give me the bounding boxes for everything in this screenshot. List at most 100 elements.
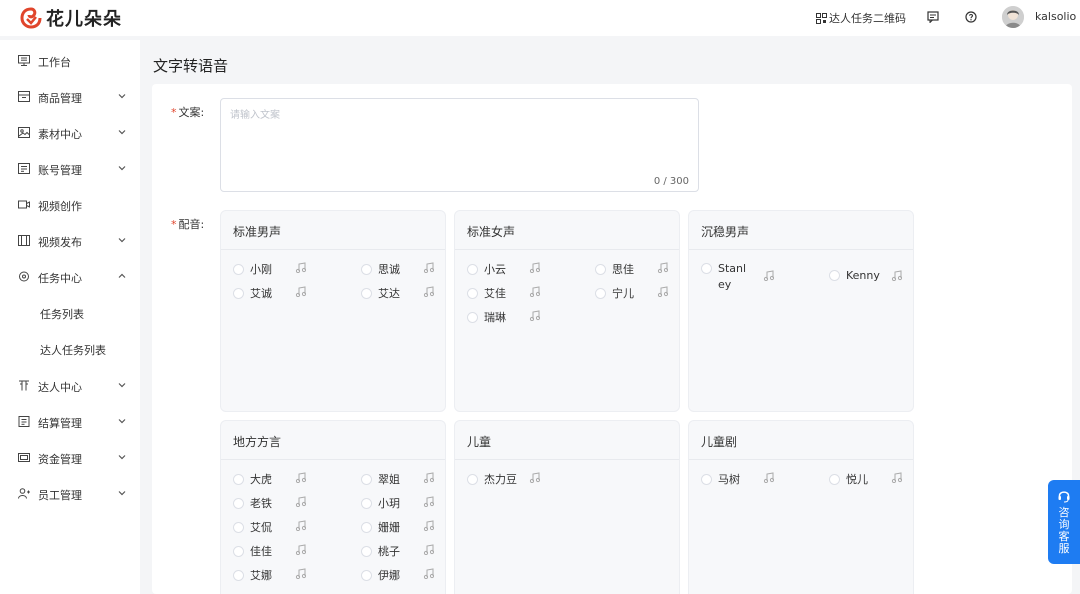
voice-option[interactable]: 伊娜 bbox=[361, 567, 400, 583]
voice-option[interactable]: 艾达 bbox=[361, 285, 400, 301]
music-note-icon[interactable] bbox=[891, 270, 902, 281]
voice-option[interactable]: 翠姐 bbox=[361, 471, 400, 487]
radio-button[interactable] bbox=[233, 287, 244, 299]
music-note-icon[interactable] bbox=[295, 520, 306, 531]
music-note-icon[interactable] bbox=[763, 270, 774, 281]
music-note-icon[interactable] bbox=[295, 286, 306, 297]
radio-button[interactable] bbox=[361, 545, 372, 557]
music-note-icon[interactable] bbox=[295, 544, 306, 555]
radio-button[interactable] bbox=[361, 569, 372, 581]
voice-option[interactable]: 桃子 bbox=[361, 543, 400, 559]
voice-option[interactable]: Stanley bbox=[701, 261, 752, 293]
radio-button[interactable] bbox=[361, 497, 372, 509]
sidebar-item-label: 达人任务列表 bbox=[40, 344, 106, 357]
radio-button[interactable] bbox=[467, 311, 478, 323]
music-note-icon[interactable] bbox=[529, 262, 540, 273]
voice-group-standard-male: 标准男声 小刚 思诚 艾诚 艾达 bbox=[220, 210, 446, 412]
help-icon[interactable] bbox=[965, 11, 977, 23]
sidebar-item-task-center[interactable]: 任务中心 bbox=[0, 258, 140, 294]
sidebar-item-funds[interactable]: 资金管理 bbox=[0, 439, 140, 475]
radio-button[interactable] bbox=[361, 263, 372, 275]
music-note-icon[interactable] bbox=[763, 472, 774, 483]
radio-button[interactable] bbox=[233, 569, 244, 581]
sidebar-item-video-publish[interactable]: 视频发布 bbox=[0, 222, 140, 258]
radio-button[interactable] bbox=[595, 287, 606, 299]
music-note-icon[interactable] bbox=[423, 544, 434, 555]
music-note-icon[interactable] bbox=[529, 310, 540, 321]
username[interactable]: kalsolio bbox=[1035, 10, 1076, 23]
voice-option[interactable]: 老铁 bbox=[233, 495, 272, 511]
voice-option[interactable]: 小玥 bbox=[361, 495, 400, 511]
radio-button[interactable] bbox=[467, 473, 478, 485]
radio-button[interactable] bbox=[233, 473, 244, 485]
music-note-icon[interactable] bbox=[891, 472, 902, 483]
voice-option[interactable]: 杰力豆 bbox=[467, 471, 517, 487]
music-note-icon[interactable] bbox=[295, 496, 306, 507]
voice-option[interactable]: 姗姗 bbox=[361, 519, 400, 535]
radio-button[interactable] bbox=[361, 473, 372, 485]
radio-button[interactable] bbox=[233, 521, 244, 533]
radio-button[interactable] bbox=[595, 263, 606, 275]
voice-group-children-drama: 儿童剧 马树 悦儿 bbox=[688, 420, 914, 594]
sidebar-item-materials[interactable]: 素材中心 bbox=[0, 114, 140, 150]
voice-name: 翠姐 bbox=[378, 473, 400, 486]
radio-button[interactable] bbox=[467, 287, 478, 299]
voice-option[interactable]: 大虎 bbox=[233, 471, 272, 487]
voice-option[interactable]: 小刚 bbox=[233, 261, 272, 277]
logo[interactable]: 花儿朵朵 bbox=[20, 5, 122, 31]
voice-option[interactable]: 艾诚 bbox=[233, 285, 272, 301]
radio-button[interactable] bbox=[233, 497, 244, 509]
voice-option[interactable]: 思佳 bbox=[595, 261, 634, 277]
music-note-icon[interactable] bbox=[423, 262, 434, 273]
radio-button[interactable] bbox=[361, 521, 372, 533]
radio-button[interactable] bbox=[829, 473, 840, 485]
music-note-icon[interactable] bbox=[295, 472, 306, 483]
sidebar-item-influencer-center[interactable]: 达人中心 bbox=[0, 367, 140, 403]
music-note-icon[interactable] bbox=[295, 568, 306, 579]
sidebar-item-staff[interactable]: 员工管理 bbox=[0, 475, 140, 511]
sidebar-item-products[interactable]: 商品管理 bbox=[0, 78, 140, 114]
sidebar-item-video-create[interactable]: 视频创作 bbox=[0, 186, 140, 222]
voice-option[interactable]: 瑞琳 bbox=[467, 309, 506, 325]
voice-option[interactable]: 悦儿 bbox=[829, 471, 868, 487]
avatar[interactable] bbox=[1002, 6, 1024, 28]
voice-option[interactable]: 马树 bbox=[701, 471, 740, 487]
add-user-icon bbox=[18, 488, 30, 499]
voice-name: 姗姗 bbox=[378, 521, 400, 534]
customer-service-button[interactable]: 咨询客服 bbox=[1048, 480, 1080, 564]
music-note-icon[interactable] bbox=[423, 286, 434, 297]
radio-button[interactable] bbox=[829, 270, 840, 281]
music-note-icon[interactable] bbox=[423, 568, 434, 579]
radio-button[interactable] bbox=[233, 263, 244, 275]
radio-button[interactable] bbox=[701, 263, 712, 274]
radio-button[interactable] bbox=[361, 287, 372, 299]
voice-option[interactable]: 艾娜 bbox=[233, 567, 272, 583]
music-note-icon[interactable] bbox=[657, 286, 668, 297]
music-note-icon[interactable] bbox=[529, 286, 540, 297]
message-icon[interactable] bbox=[927, 11, 939, 23]
sidebar-item-task-list[interactable]: 任务列表 bbox=[0, 294, 140, 330]
voice-option[interactable]: 艾佳 bbox=[467, 285, 506, 301]
music-note-icon[interactable] bbox=[529, 472, 540, 483]
voice-option[interactable]: 宁儿 bbox=[595, 285, 634, 301]
radio-button[interactable] bbox=[467, 263, 478, 275]
music-note-icon[interactable] bbox=[423, 472, 434, 483]
voice-option[interactable]: Kenny bbox=[829, 269, 880, 282]
voice-option[interactable]: 佳佳 bbox=[233, 543, 272, 559]
sidebar-item-accounts[interactable]: 账号管理 bbox=[0, 150, 140, 186]
copy-textarea[interactable]: 请输入文案 0 / 300 bbox=[220, 98, 699, 192]
voice-option[interactable]: 艾侃 bbox=[233, 519, 272, 535]
music-note-icon[interactable] bbox=[423, 520, 434, 531]
radio-button[interactable] bbox=[233, 545, 244, 557]
influencer-qr-link[interactable]: 达人任务二维码 bbox=[816, 10, 906, 26]
radio-button[interactable] bbox=[701, 473, 712, 485]
sidebar-item-workbench[interactable]: 工作台 bbox=[0, 42, 140, 78]
voice-option[interactable]: 小云 bbox=[467, 261, 506, 277]
sidebar-item-settlement[interactable]: 结算管理 bbox=[0, 403, 140, 439]
music-note-icon[interactable] bbox=[657, 262, 668, 273]
sidebar-item-influencer-task-list[interactable]: 达人任务列表 bbox=[0, 330, 140, 366]
music-note-icon[interactable] bbox=[295, 262, 306, 273]
chevron-down-icon bbox=[118, 419, 126, 424]
voice-option[interactable]: 思诚 bbox=[361, 261, 400, 277]
music-note-icon[interactable] bbox=[423, 496, 434, 507]
